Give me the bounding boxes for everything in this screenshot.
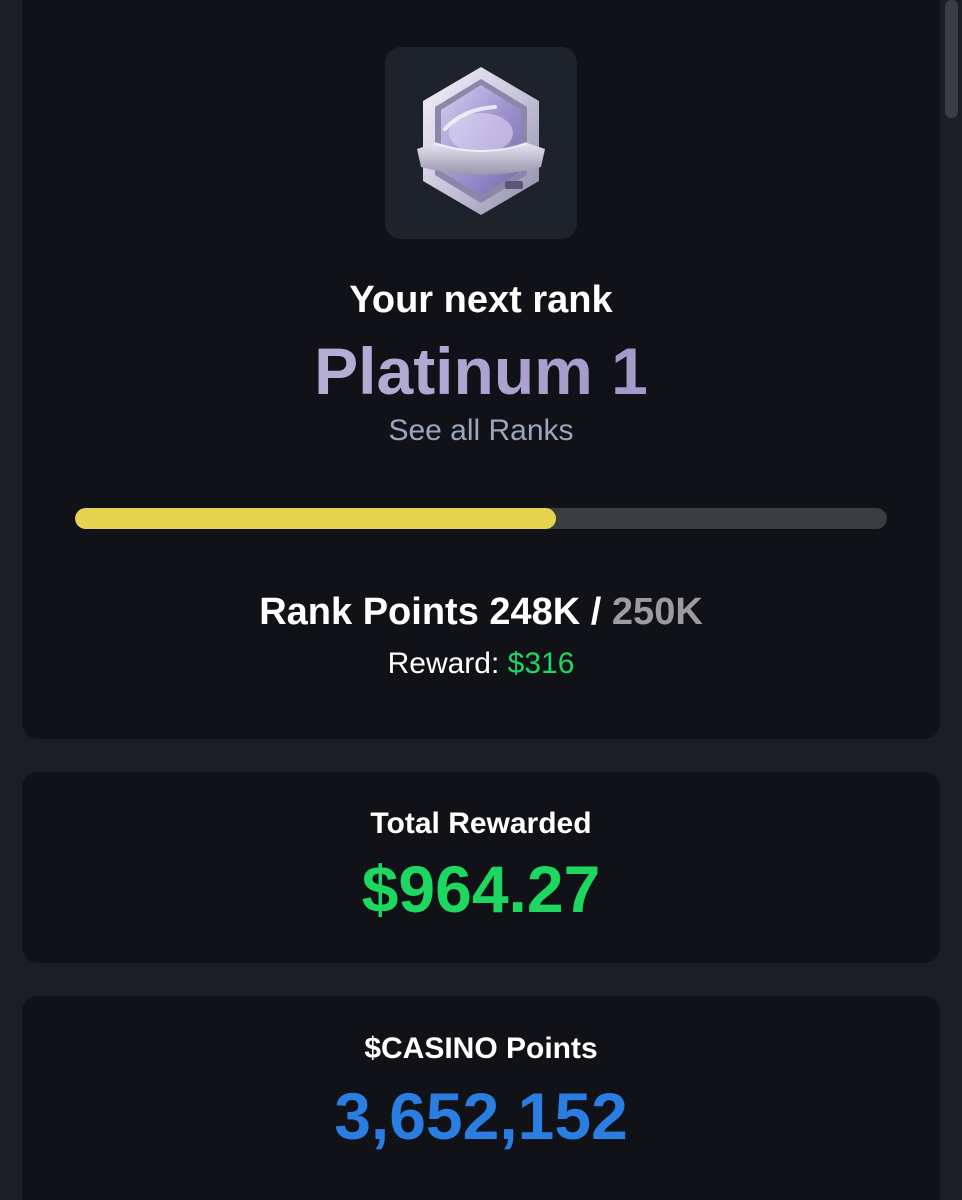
casino-points-label: $CASINO Points (364, 1032, 598, 1065)
rank-points-current: Rank Points 248K / (259, 591, 602, 633)
total-rewarded-label: Total Rewarded (370, 807, 592, 840)
see-all-ranks-link[interactable]: See all Ranks (22, 413, 940, 449)
reward-label: Reward: (387, 647, 500, 680)
rank-name: Platinum 1 (22, 335, 940, 407)
next-rank-label: Your next rank (349, 279, 613, 321)
total-rewarded-value: $964.27 (361, 852, 601, 926)
reward-value: $316 (507, 647, 575, 680)
rank-points-max: 250K (611, 591, 703, 633)
rank-progress-fill (75, 508, 556, 529)
next-rank-card: Your next rank Platinum 1 See all Ranks … (22, 0, 940, 739)
rank-reward: Reward: $316 (22, 646, 940, 682)
casino-points-card: $CASINO Points 3,652,152 (22, 996, 940, 1200)
casino-points-value: 3,652,152 (334, 1079, 628, 1153)
rewards-page: Your next rank Platinum 1 See all Ranks … (0, 0, 962, 1200)
rank-badge-tile (385, 47, 577, 239)
total-rewarded-card: Total Rewarded $964.27 (22, 772, 940, 963)
page-scrollbar[interactable] (945, 0, 958, 118)
rank-progress-bar (75, 508, 887, 529)
rank-points: Rank Points 248K / 250K (22, 590, 940, 634)
